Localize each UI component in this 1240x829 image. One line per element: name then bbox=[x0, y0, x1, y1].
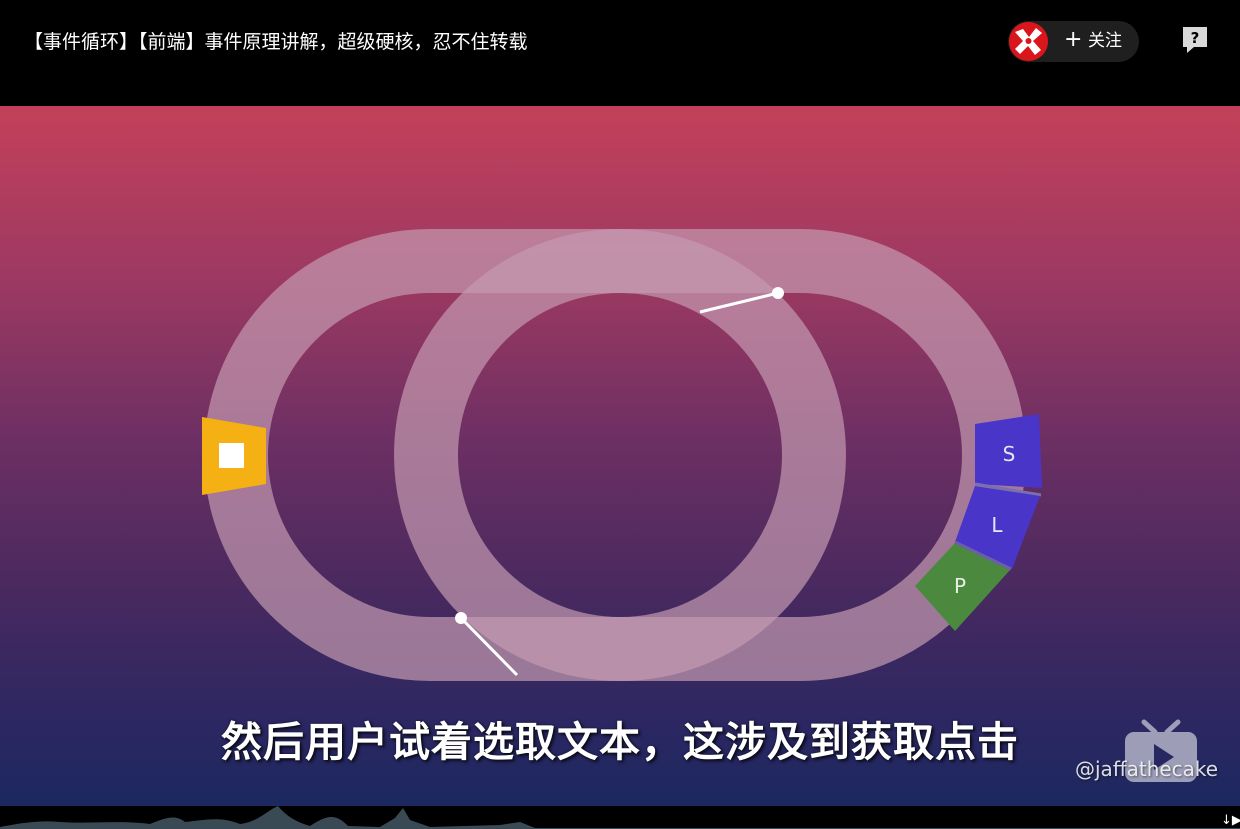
uploader-avatar[interactable] bbox=[1009, 22, 1048, 61]
waveform-graphic bbox=[0, 806, 1240, 829]
follow-button[interactable]: + 关注 bbox=[1008, 21, 1139, 62]
progress-waveform-strip[interactable]: ↓▶ bbox=[0, 806, 1240, 829]
plus-icon: + bbox=[1064, 27, 1083, 52]
task-pointer-bottom-dot bbox=[455, 612, 467, 624]
next-icon[interactable]: ↓▶ bbox=[1221, 813, 1240, 829]
video-title: 【事件循环】【前端】事件原理讲解，超级硬核，忍不住转载 bbox=[24, 31, 528, 53]
p-label: P bbox=[954, 574, 966, 598]
svg-text:?: ? bbox=[1191, 29, 1200, 47]
watermark-handle: @jaffathecake bbox=[1075, 757, 1219, 781]
event-loop-diagram: S L P bbox=[202, 229, 1042, 681]
task-pointer-top-dot bbox=[772, 287, 784, 299]
follow-label: 关注 bbox=[1088, 31, 1122, 51]
video-subtitle: 然后用户试着选取文本，这涉及到获取点击 bbox=[221, 718, 1019, 766]
avatar-logo-icon bbox=[1009, 22, 1048, 61]
video-player[interactable]: S L P 然后用户试着选取文本，这涉及到获取点击 @jaffathecake bbox=[0, 106, 1240, 806]
top-bar: 【事件循环】【前端】事件原理讲解，超级硬核，忍不住转载 + 关注 ? bbox=[0, 0, 1240, 106]
l-label: L bbox=[991, 513, 1003, 537]
render-task-square bbox=[219, 443, 244, 468]
event-loop-track bbox=[204, 229, 1026, 681]
s-label: S bbox=[1003, 442, 1016, 466]
task-circle-track bbox=[394, 229, 846, 681]
question-mark-icon: ? bbox=[1183, 27, 1207, 53]
help-button[interactable]: ? bbox=[1180, 24, 1210, 58]
